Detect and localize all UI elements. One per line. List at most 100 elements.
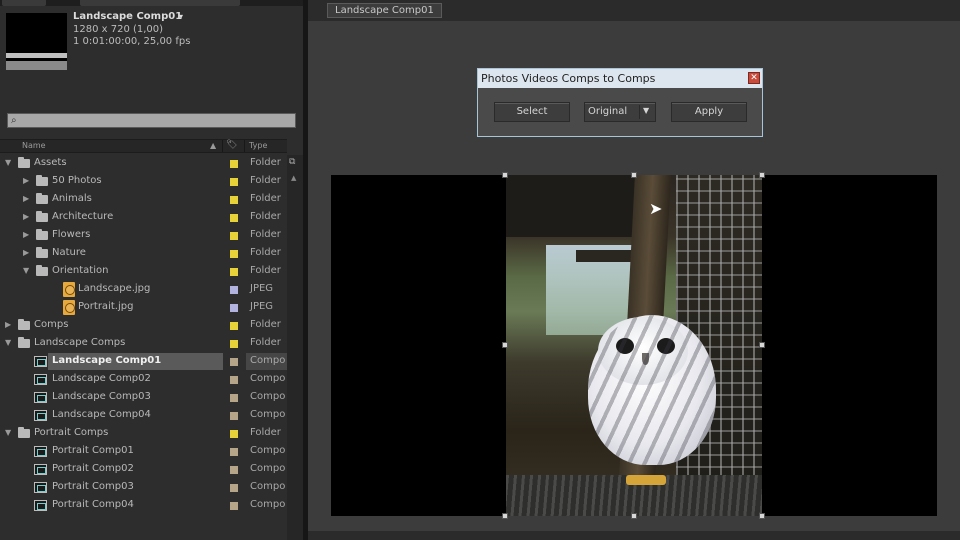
folder-row[interactable]: ▼ Portrait Comps Folder	[0, 425, 287, 443]
disclosure-closed-icon[interactable]: ▶	[23, 230, 33, 239]
comp-row[interactable]: Landscape Comp03 Compo	[0, 389, 287, 407]
item-type: Compo	[250, 481, 286, 492]
folder-row[interactable]: ▶ Nature Folder	[0, 245, 287, 263]
tab-project[interactable]	[2, 0, 46, 6]
dialog-title-bar[interactable]: Photos Videos Comps to Comps ✕	[478, 69, 762, 88]
label-color-swatch[interactable]	[230, 430, 238, 438]
apply-button[interactable]: Apply	[671, 102, 747, 122]
folder-row[interactable]: ▼ Assets Folder	[0, 155, 287, 173]
comp-row[interactable]: Portrait Comp04 Compo	[0, 497, 287, 515]
comp-row[interactable]: Landscape Comp04 Compo	[0, 407, 287, 425]
label-color-swatch[interactable]	[230, 232, 238, 240]
label-color-swatch[interactable]	[230, 304, 238, 312]
disclosure-closed-icon[interactable]: ▶	[23, 194, 33, 203]
disclosure-closed-icon[interactable]: ▶	[23, 176, 33, 185]
label-color-swatch[interactable]	[230, 376, 238, 384]
label-color-swatch[interactable]	[230, 160, 238, 168]
mode-dropdown[interactable]: Original ▼	[584, 102, 656, 122]
tab-effect-controls[interactable]	[80, 0, 240, 6]
transform-handle-bottom-right[interactable]	[759, 513, 765, 519]
chevron-down-icon[interactable]: ▼	[643, 106, 649, 115]
disclosure-open-icon[interactable]: ▼	[23, 266, 33, 275]
item-type: Folder	[250, 427, 281, 438]
label-color-swatch[interactable]	[230, 214, 238, 222]
label-color-swatch[interactable]	[230, 322, 238, 330]
label-color-swatch[interactable]	[230, 196, 238, 204]
item-type: Compo	[250, 355, 286, 366]
select-button[interactable]: Select	[494, 102, 570, 122]
folder-row[interactable]: ▶ Animals Folder	[0, 191, 287, 209]
disclosure-open-icon[interactable]: ▼	[5, 428, 15, 437]
close-icon[interactable]: ✕	[748, 72, 760, 84]
folder-row[interactable]: ▶ Architecture Folder	[0, 209, 287, 227]
project-search-input[interactable]: ⌕	[7, 113, 296, 128]
transform-handle-left[interactable]	[502, 342, 508, 348]
search-icon[interactable]: ⌕	[11, 115, 29, 127]
label-color-swatch[interactable]	[230, 448, 238, 456]
disclosure-open-icon[interactable]: ▼	[5, 158, 15, 167]
label-color-swatch[interactable]	[230, 268, 238, 276]
label-color-swatch[interactable]	[230, 484, 238, 492]
disclosure-closed-icon[interactable]: ▶	[5, 320, 15, 329]
tab-landscape-comp01[interactable]: Landscape Comp01	[327, 3, 442, 18]
label-color-swatch[interactable]	[230, 394, 238, 402]
item-name: Portrait Comp02	[52, 463, 134, 474]
label-color-swatch[interactable]	[230, 250, 238, 258]
comp-row[interactable]: Landscape Comp01 Compo	[0, 353, 287, 371]
transform-handle-top-left[interactable]	[502, 172, 508, 178]
label-color-swatch[interactable]	[230, 340, 238, 348]
comp-row[interactable]: Portrait Comp01 Compo	[0, 443, 287, 461]
folder-row[interactable]: ▼ Landscape Comps Folder	[0, 335, 287, 353]
comp-name-dropdown-icon[interactable]: ▾	[179, 12, 183, 21]
label-color-swatch[interactable]	[230, 502, 238, 510]
transform-handle-right[interactable]	[759, 342, 765, 348]
folder-row[interactable]: ▼ Orientation Folder	[0, 263, 287, 281]
item-type: Compo	[250, 445, 286, 456]
item-type: Folder	[250, 175, 281, 186]
folder-icon	[36, 193, 48, 204]
item-type: Compo	[250, 391, 286, 402]
flowchart-icon[interactable]: ⧉	[289, 157, 295, 167]
footage-row[interactable]: Portrait.jpg JPEG	[0, 299, 287, 317]
label-color-swatch[interactable]	[230, 178, 238, 186]
composition-canvas[interactable]	[331, 175, 937, 516]
transform-handle-top-right[interactable]	[759, 172, 765, 178]
scroll-up-icon[interactable]: ▲	[291, 174, 296, 182]
item-name: Landscape Comp04	[52, 409, 151, 420]
folder-icon	[18, 427, 30, 438]
disclosure-open-icon[interactable]: ▼	[5, 338, 15, 347]
transform-handle-bottom[interactable]	[631, 513, 637, 519]
folder-icon	[36, 247, 48, 258]
item-name: Landscape Comp01	[52, 355, 162, 366]
disclosure-closed-icon[interactable]: ▶	[23, 248, 33, 257]
label-color-swatch[interactable]	[230, 358, 238, 366]
folder-row[interactable]: ▶ Comps Folder	[0, 317, 287, 335]
item-name: Portrait.jpg	[78, 301, 134, 312]
composition-icon	[34, 500, 47, 511]
label-color-swatch[interactable]	[230, 286, 238, 294]
comp-row[interactable]: Landscape Comp02 Compo	[0, 371, 287, 389]
transform-handle-top[interactable]	[631, 172, 637, 178]
label-color-swatch[interactable]	[230, 466, 238, 474]
item-type: Folder	[250, 157, 281, 168]
project-tab-strip	[0, 0, 303, 6]
item-name: Portrait Comp04	[52, 499, 134, 510]
comp-row[interactable]: Portrait Comp02 Compo	[0, 461, 287, 479]
comp-row[interactable]: Portrait Comp03 Compo	[0, 479, 287, 497]
project-scrollbar[interactable]	[287, 155, 303, 540]
disclosure-closed-icon[interactable]: ▶	[23, 212, 33, 221]
comp-thumbnail	[6, 13, 67, 70]
folder-row[interactable]: ▶ Flowers Folder	[0, 227, 287, 245]
item-name: Landscape Comp02	[52, 373, 151, 384]
column-type-header[interactable]: Type	[249, 141, 267, 150]
footage-row[interactable]: Landscape.jpg JPEG	[0, 281, 287, 299]
item-name: Assets	[34, 157, 67, 168]
column-name-header[interactable]: Name	[22, 141, 46, 150]
label-color-swatch[interactable]	[230, 412, 238, 420]
folder-row[interactable]: ▶ 50 Photos Folder	[0, 173, 287, 191]
sort-ascending-icon[interactable]: ▲	[210, 141, 216, 150]
transform-handle-bottom-left[interactable]	[502, 513, 508, 519]
owl-photo-layer[interactable]	[506, 175, 762, 516]
image-file-icon	[63, 282, 75, 297]
label-column-icon[interactable]: 🏷	[226, 140, 237, 150]
